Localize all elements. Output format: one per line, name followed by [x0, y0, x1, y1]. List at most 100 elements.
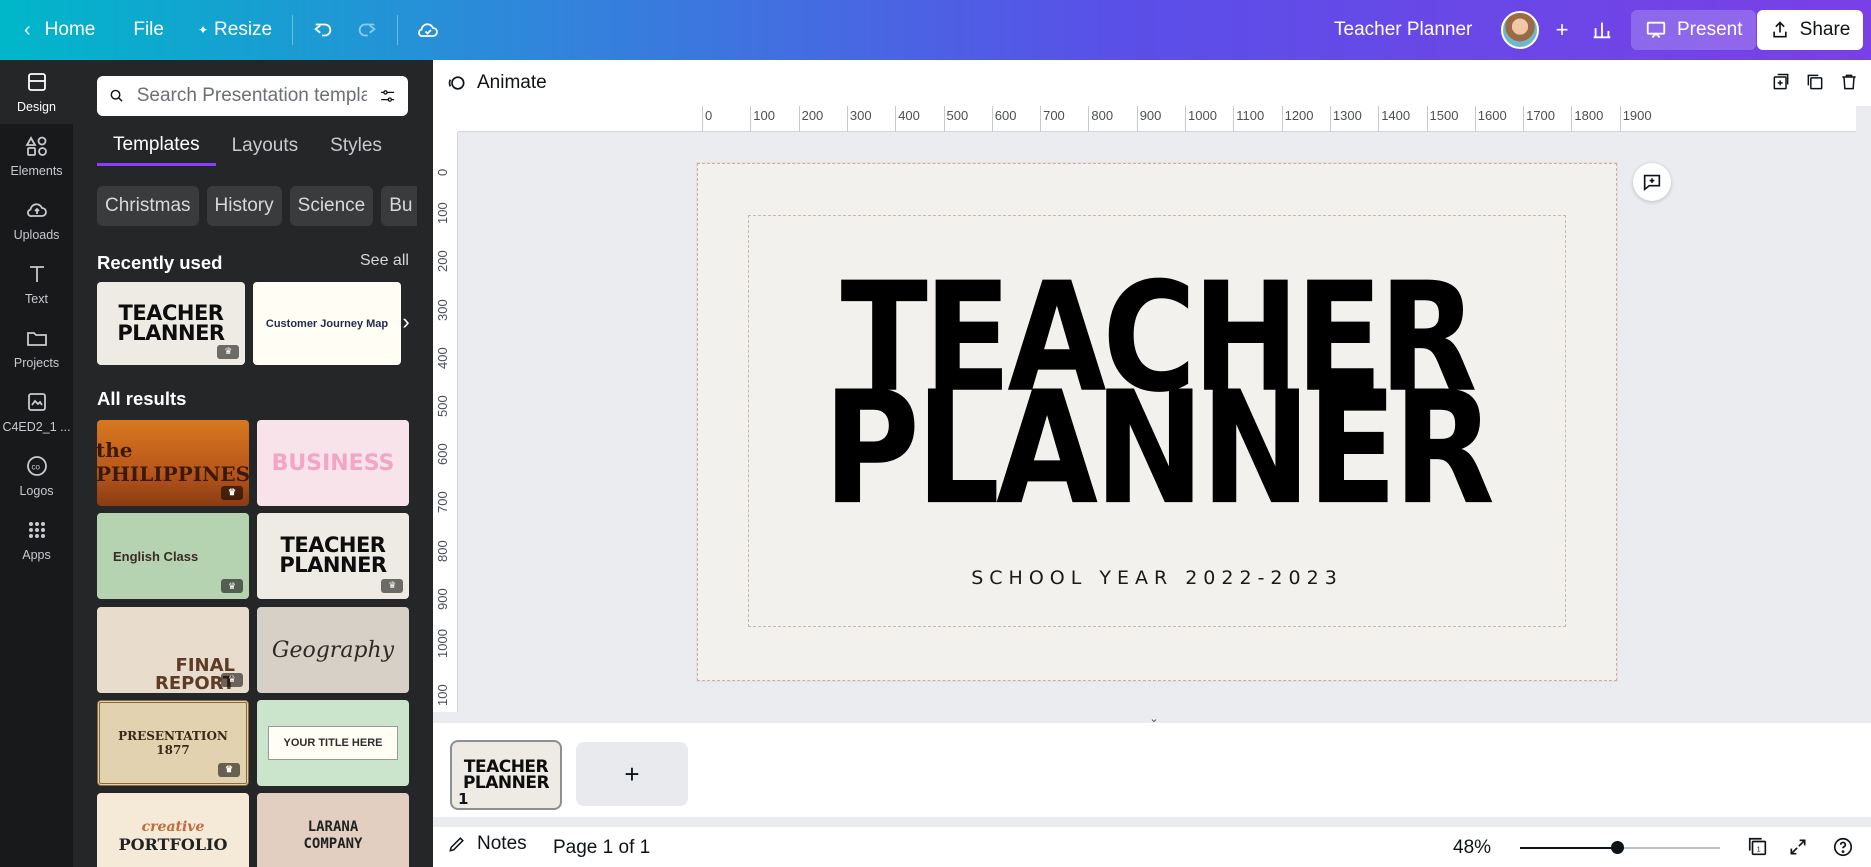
- chip-christmas[interactable]: Christmas: [97, 186, 199, 226]
- template-thumbnail[interactable]: YOUR TITLE HERE: [257, 700, 409, 786]
- panel-tabs: Templates Layouts Styles: [97, 126, 408, 170]
- ruler-tick: [846, 106, 848, 132]
- pages-icon: 1: [1748, 837, 1767, 856]
- ruler-label: 900: [1139, 108, 1162, 123]
- horizontal-ruler: 0 100 200 300 400 500 600 700 800 900 1000 1100 1200…: [458, 106, 1856, 132]
- insights-button[interactable]: [1580, 10, 1624, 50]
- crown-icon: ♛: [381, 579, 403, 593]
- slide-canvas[interactable]: TEACHER PLANNER SCHOOL YEAR 2022-2023: [697, 163, 1617, 681]
- ruler-label: 500: [946, 108, 969, 123]
- tab-templates[interactable]: Templates: [97, 126, 216, 166]
- rail-item-projects[interactable]: Projects: [0, 316, 73, 380]
- rail-item-uploads[interactable]: Uploads: [0, 188, 73, 252]
- text-icon: [29, 266, 44, 282]
- template-thumbnail[interactable]: creative PORTFOLIO: [97, 793, 249, 867]
- share-button[interactable]: Share: [1757, 10, 1863, 50]
- chevron-left-icon: ‹: [24, 18, 31, 41]
- recent-template-customer-journey[interactable]: Customer Journey Map: [253, 282, 401, 365]
- template-thumbnail[interactable]: Geography: [257, 607, 409, 693]
- add-comment-button[interactable]: [1633, 163, 1671, 201]
- rail-item-design[interactable]: Design: [0, 60, 73, 124]
- present-label: Present: [1677, 19, 1743, 40]
- vertical-ruler: 0 100 200 300 400 500 600 700 800 900 1000 100: [433, 132, 458, 712]
- document-title[interactable]: Teacher Planner: [1334, 0, 1472, 60]
- animate-label: Animate: [477, 72, 547, 93]
- ruler-label: 1500: [1429, 108, 1459, 123]
- ruler-label: 300: [435, 298, 450, 321]
- add-page-icon[interactable]: [1769, 70, 1793, 94]
- page-grid-button[interactable]: 1: [1746, 835, 1770, 859]
- ruler-label: 800: [1091, 108, 1114, 123]
- rail-item-logos[interactable]: co Logos: [0, 444, 73, 508]
- home-button[interactable]: ‹ Home: [12, 10, 107, 50]
- rail-item-elements[interactable]: Elements: [0, 124, 73, 188]
- ruler-label: 1200: [1284, 108, 1314, 123]
- template-thumbnail[interactable]: TEACHER PLANNER ♛: [257, 513, 409, 599]
- add-collaborator-button[interactable]: +: [1540, 10, 1584, 50]
- rail-item-text[interactable]: Text: [0, 252, 73, 316]
- ruler-label: 1900: [1622, 108, 1652, 123]
- thumb-text: YOUR TITLE HERE: [268, 726, 398, 760]
- page-actions: [1769, 70, 1861, 94]
- rail-item-apps[interactable]: Apps: [0, 508, 73, 572]
- present-button[interactable]: Present: [1631, 10, 1757, 50]
- avatar[interactable]: [1501, 11, 1539, 49]
- chip-science[interactable]: Science: [289, 186, 374, 226]
- notes-button[interactable]: Notes: [447, 833, 527, 855]
- ruler-tick: [1426, 106, 1428, 132]
- template-thumbnail[interactable]: English Class ♛: [97, 513, 249, 599]
- tab-styles[interactable]: Styles: [314, 126, 398, 166]
- rail-label: Uploads: [13, 228, 60, 242]
- ruler-tick: [1088, 106, 1090, 132]
- cloud-save-button[interactable]: [406, 10, 450, 50]
- undo-button[interactable]: [301, 10, 345, 50]
- chip-history[interactable]: History: [206, 186, 282, 226]
- template-thumbnail[interactable]: the PHILIPPINES ♛: [97, 420, 249, 506]
- sparkle-icon: ✦: [197, 23, 209, 37]
- trash-icon[interactable]: [1837, 70, 1861, 94]
- ruler-tick: [1329, 106, 1331, 132]
- thumb-text: PLANNER: [462, 773, 550, 793]
- zoom-slider[interactable]: [1520, 841, 1720, 854]
- ruler-label: 1700: [1526, 108, 1556, 123]
- elements-icon: [24, 136, 47, 156]
- ruler-label: 500: [435, 395, 450, 417]
- template-thumbnail[interactable]: FINAL REPORT ♛: [97, 607, 249, 693]
- template-thumbnail[interactable]: LARANA COMPANY: [257, 793, 409, 867]
- file-menu[interactable]: File: [121, 10, 176, 50]
- notes-icon: [449, 837, 464, 852]
- chip-business[interactable]: Bu: [381, 186, 417, 226]
- ruler-label: 600: [994, 108, 1017, 123]
- zoom-slider-handle[interactable]: [1611, 841, 1624, 854]
- search-input[interactable]: [136, 85, 367, 107]
- thumb-text: BUSINESS: [271, 450, 395, 476]
- see-all-link[interactable]: See all: [360, 252, 409, 270]
- help-button[interactable]: [1831, 835, 1855, 859]
- ruler-tick: [1281, 106, 1283, 132]
- rail-label: Projects: [13, 356, 60, 370]
- undo-icon: [314, 23, 332, 37]
- animate-button[interactable]: Animate: [447, 68, 547, 98]
- resize-button[interactable]: ✦ Resize: [186, 10, 284, 50]
- resize-label: Resize: [214, 19, 273, 40]
- chevron-right-icon[interactable]: ›: [394, 309, 418, 334]
- zoom-percentage[interactable]: 48%: [1453, 837, 1491, 859]
- redo-button[interactable]: [345, 10, 389, 50]
- page-indicator[interactable]: Page 1 of 1: [553, 837, 650, 859]
- all-results-heading: All results: [97, 388, 187, 409]
- filter-icon[interactable]: [379, 85, 396, 107]
- template-thumbnail[interactable]: BUSINESS: [257, 420, 409, 506]
- fullscreen-button[interactable]: [1786, 835, 1810, 859]
- tab-layouts[interactable]: Layouts: [216, 126, 315, 166]
- chevron-down-icon[interactable]: ⌄: [1142, 712, 1166, 725]
- slide-subtitle[interactable]: SCHOOL YEAR 2022-2023: [697, 567, 1617, 589]
- brand-kit-icon: [27, 393, 46, 411]
- add-page-button[interactable]: +: [576, 742, 688, 806]
- page-thumbnail[interactable]: TEACHER PLANNER 1: [450, 740, 562, 810]
- recent-template-teacher-planner[interactable]: TEACHER PLANNER ♛: [97, 282, 245, 365]
- duplicate-page-icon[interactable]: [1803, 70, 1827, 94]
- slide-title-line-2[interactable]: PLANNER: [697, 371, 1617, 527]
- rail-item-brand[interactable]: C4ED2_1 ...: [0, 380, 73, 444]
- thumb-text: PLANNER: [279, 553, 387, 577]
- template-thumbnail[interactable]: PRESENTATION 1877 ♛: [97, 700, 249, 786]
